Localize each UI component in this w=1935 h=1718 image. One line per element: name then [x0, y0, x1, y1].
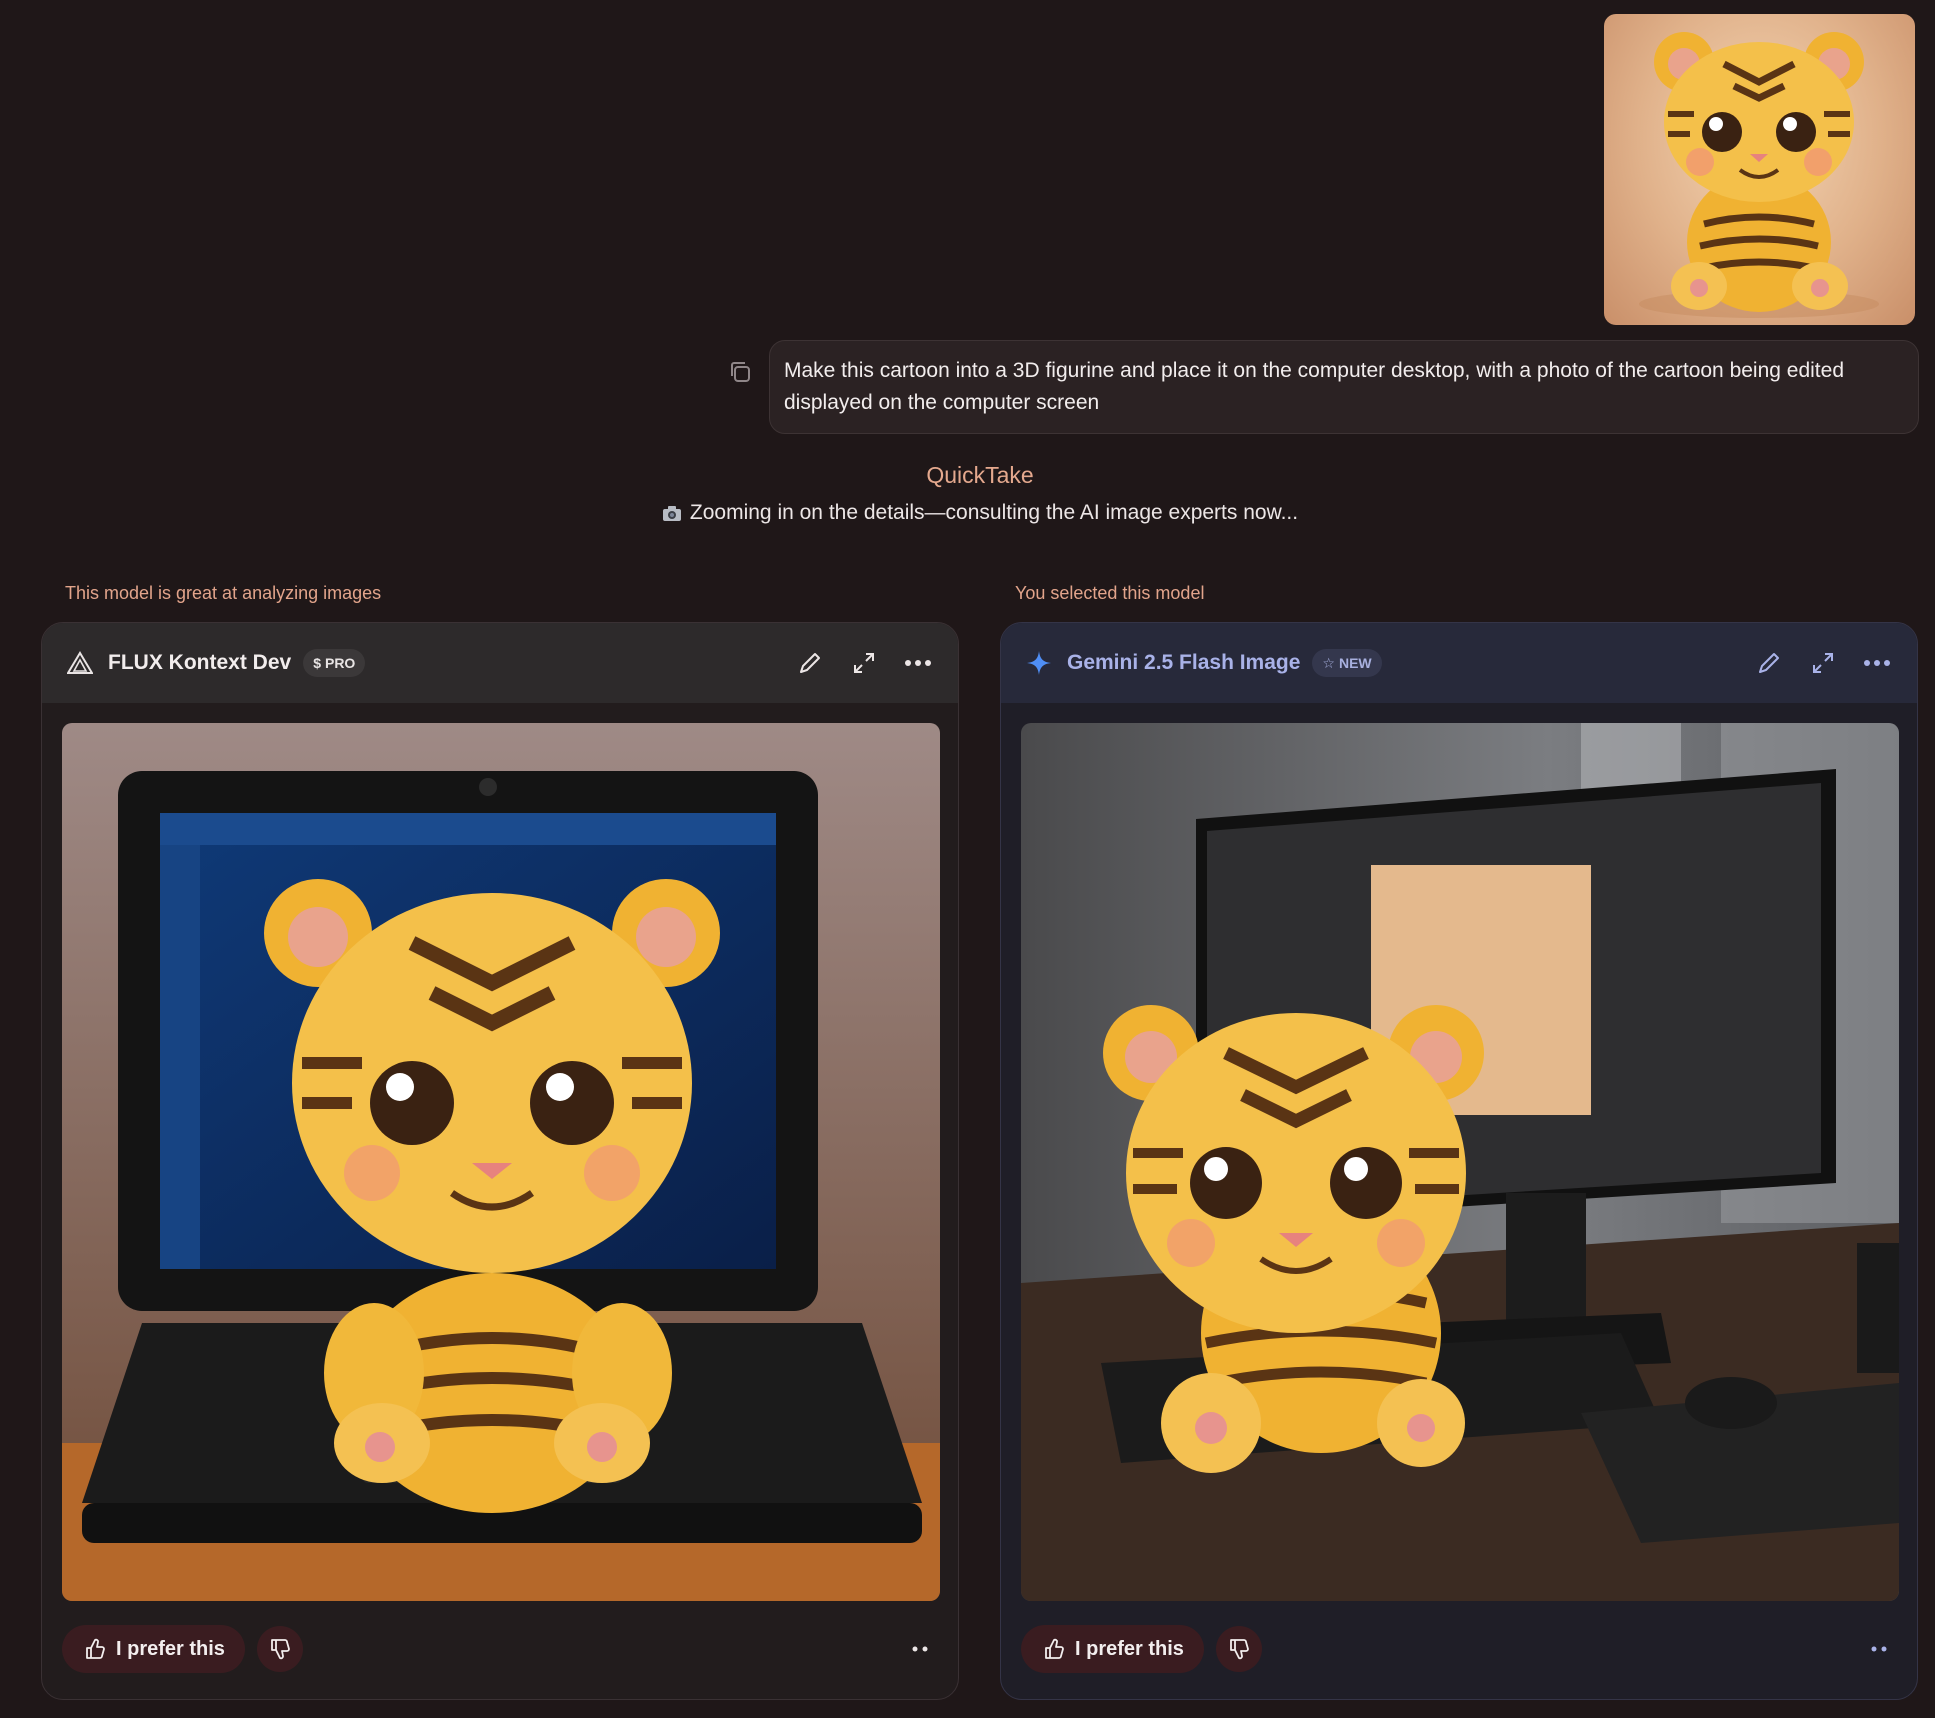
dislike-button[interactable] [1215, 1626, 1262, 1672]
panel-footer: I prefer this [62, 1625, 938, 1673]
right-panel-caption: You selected this model [1015, 583, 1205, 603]
flux-model-panel: FLUX Kontext Dev $ PRO I prefer this [41, 622, 959, 1700]
tiger-cub-cartoon-image [1639, 32, 1879, 318]
copy-icon [731, 362, 750, 382]
camera-icon [662, 505, 682, 529]
panel-header: FLUX Kontext Dev $ PRO [42, 623, 958, 703]
pencil-icon [800, 653, 820, 673]
edit-button[interactable] [1753, 647, 1785, 679]
user-attached-image[interactable] [1604, 14, 1915, 325]
quicktake-status-text: Zooming in on the details—consulting the… [689, 501, 1299, 524]
gemini-sparkle-icon [1025, 649, 1053, 677]
edit-button[interactable] [794, 647, 826, 679]
prefer-this-button[interactable]: I prefer this [1021, 1625, 1204, 1673]
figurine-on-laptop-image [62, 723, 940, 1601]
more-horizontal-icon [905, 660, 931, 666]
more-dots-icon [1871, 1646, 1887, 1652]
figurine-on-desk-image [1021, 723, 1899, 1601]
pencil-icon [1759, 653, 1779, 673]
more-options-button[interactable] [1861, 647, 1893, 679]
footer-more-button[interactable] [1861, 1631, 1897, 1667]
expand-icon [1813, 653, 1833, 673]
thumbs-down-icon [1230, 1639, 1249, 1660]
quicktake-title: QuickTake [926, 462, 1034, 488]
star-icon: ☆ [1322, 654, 1335, 671]
model-name: Gemini 2.5 Flash Image [1067, 651, 1301, 674]
badge-label: NEW [1338, 655, 1372, 671]
user-message-text: Make this cartoon into a 3D figurine and… [784, 359, 1844, 414]
thumbs-up-icon [86, 1638, 105, 1659]
thumbs-up-icon [1045, 1638, 1064, 1659]
panel-footer: I prefer this [1021, 1625, 1897, 1673]
left-panel-caption: This model is great at analyzing images [65, 583, 382, 603]
prefer-this-button[interactable]: I prefer this [62, 1625, 245, 1673]
pro-badge: $ PRO [303, 649, 366, 677]
prefer-this-label: I prefer this [1075, 1637, 1184, 1660]
expand-icon [854, 653, 874, 673]
prefer-this-label: I prefer this [116, 1637, 225, 1660]
new-badge: ☆ NEW [1312, 649, 1382, 677]
expand-button[interactable] [848, 647, 880, 679]
dislike-button[interactable] [256, 1626, 303, 1672]
badge-label: PRO [324, 655, 356, 671]
user-message-bubble: Make this cartoon into a 3D figurine and… [769, 340, 1919, 434]
model-name: FLUX Kontext Dev [108, 651, 292, 674]
generated-image[interactable] [1021, 723, 1899, 1601]
generated-image[interactable] [62, 723, 940, 1601]
more-options-button[interactable] [902, 647, 934, 679]
more-horizontal-icon [1864, 660, 1890, 666]
panel-header: Gemini 2.5 Flash Image ☆ NEW [1001, 623, 1917, 703]
expand-button[interactable] [1807, 647, 1839, 679]
footer-more-button[interactable] [902, 1631, 938, 1667]
flux-triangle-icon [66, 649, 94, 677]
dollar-icon: $ [313, 655, 321, 671]
thumbs-down-icon [271, 1639, 290, 1660]
copy-message-button[interactable] [726, 358, 754, 386]
quicktake-status: Zooming in on the details—consulting the… [0, 501, 1935, 529]
more-dots-icon [912, 1646, 928, 1652]
gemini-model-panel: Gemini 2.5 Flash Image ☆ NEW I prefer th… [1000, 622, 1918, 1700]
